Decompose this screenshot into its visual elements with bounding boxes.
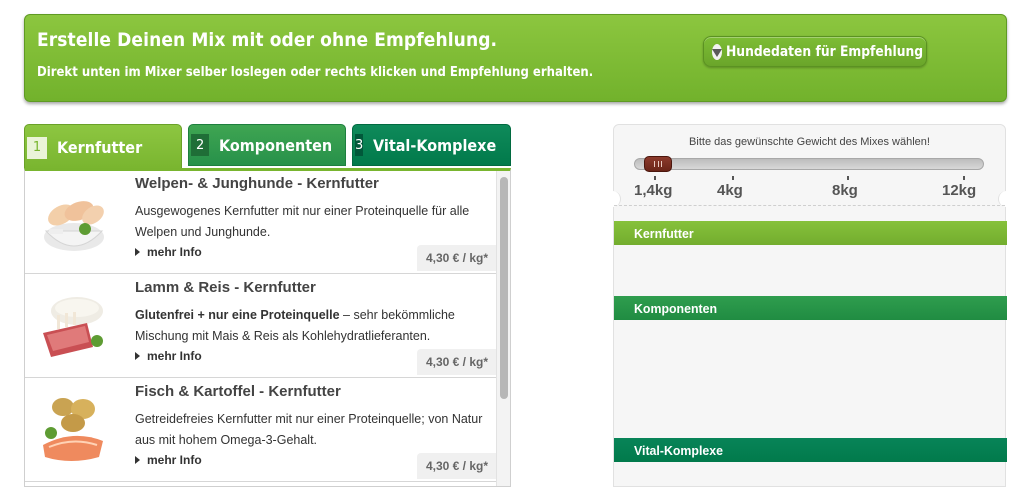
banner-subtitle: Direkt unten im Mixer selber loslegen od… — [37, 65, 594, 80]
recommendation-banner: Erstelle Deinen Mix mit oder ohne Empfeh… — [24, 14, 1007, 102]
lamb-rice-image — [43, 297, 103, 357]
product-title: Fisch & Kartoffel - Kernfutter — [135, 383, 341, 400]
grip-icon — [654, 161, 662, 167]
weight-slider-box: Bitte das gewünschte Gewicht des Mixes w… — [614, 125, 1005, 205]
mix-section-kernfutter: Kernfutter — [614, 221, 1007, 245]
tab-label: Kernfutter — [57, 138, 143, 157]
product-price: 4,30 € / kg* — [417, 349, 497, 375]
puppy-food-image — [44, 201, 104, 251]
weight-option[interactable]: 12kg — [942, 182, 976, 199]
weight-tick — [732, 176, 734, 180]
caret-right-icon — [135, 248, 140, 256]
banner-title: Erstelle Deinen Mix mit oder ohne Empfeh… — [37, 29, 498, 51]
caret-right-icon — [135, 456, 140, 464]
weight-tick — [963, 176, 965, 180]
more-info-link[interactable]: mehr Info — [135, 245, 202, 259]
triangle-down-icon — [712, 43, 722, 60]
list-item: Welpen- & Junghunde - Kernfutter Ausgewo… — [25, 171, 497, 274]
product-description: Ausgewogenes Kernfutter mit nur einer Pr… — [135, 204, 470, 239]
more-info-link[interactable]: mehr Info — [135, 349, 202, 363]
section-label: Kernfutter — [634, 225, 694, 241]
scrollbar-thumb[interactable] — [500, 177, 508, 399]
dog-data-recommendation-button[interactable]: Hundedaten für Empfehlung — [703, 36, 927, 67]
tab-kernfutter[interactable]: 1 Kernfutter — [24, 124, 182, 170]
list-scrollbar[interactable] — [496, 171, 510, 486]
tab-label: Komponenten — [219, 135, 333, 155]
more-info-label: mehr Info — [147, 245, 202, 259]
mix-section-vital-komplexe: Vital-Komplexe — [614, 438, 1007, 462]
recommendation-button-label: Hundedaten für Empfehlung — [726, 43, 924, 60]
section-label: Vital-Komplexe — [634, 442, 724, 458]
weight-option[interactable]: 4kg — [717, 182, 743, 199]
fish-potato-image — [43, 398, 103, 461]
tab-number: 2 — [191, 134, 210, 156]
tab-vital-komplexe[interactable]: 3 Vital-Komplexe — [352, 124, 511, 166]
product-description: Glutenfrei + nur eine Proteinquelle – se… — [135, 305, 487, 347]
divider — [614, 205, 1005, 206]
product-title: Lamm & Reis - Kernfutter — [135, 279, 316, 296]
more-info-link[interactable]: mehr Info — [135, 453, 202, 467]
tab-number: 1 — [27, 136, 47, 159]
weight-slider-track[interactable] — [634, 158, 984, 170]
weight-tick — [654, 176, 656, 180]
caret-right-icon — [135, 352, 140, 360]
list-item: Fisch & Kartoffel - Kernfutter Getreidef… — [25, 379, 497, 482]
section-label: Komponenten — [634, 300, 718, 316]
mix-section-komponenten: Komponenten — [614, 296, 1007, 320]
weight-option[interactable]: 1,4kg — [634, 182, 672, 199]
tab-label: Vital-Komplexe — [373, 135, 497, 155]
more-info-label: mehr Info — [147, 453, 202, 467]
product-title: Welpen- & Junghunde - Kernfutter — [135, 175, 379, 192]
mixer-panel: Bitte das gewünschte Gewicht des Mixes w… — [613, 124, 1007, 487]
more-info-label: mehr Info — [147, 349, 202, 363]
weight-tick — [847, 176, 849, 180]
product-list: Welpen- & Junghunde - Kernfutter Ausgewo… — [24, 168, 511, 487]
weight-hint: Bitte das gewünschte Gewicht des Mixes w… — [689, 136, 930, 148]
product-price: 4,30 € / kg* — [417, 453, 497, 479]
tab-komponenten[interactable]: 2 Komponenten — [188, 124, 346, 166]
list-item: Lamm & Reis - Kernfutter Glutenfrei + nu… — [25, 275, 497, 378]
product-price: 4,30 € / kg* — [417, 245, 497, 271]
tab-number: 3 — [355, 134, 364, 156]
weight-option[interactable]: 8kg — [832, 182, 858, 199]
product-description: Getreidefreies Kernfutter mit nur einer … — [135, 412, 483, 447]
product-description-highlight: Glutenfrei + nur eine Proteinquelle — [135, 308, 340, 322]
weight-slider-handle[interactable] — [644, 156, 672, 172]
